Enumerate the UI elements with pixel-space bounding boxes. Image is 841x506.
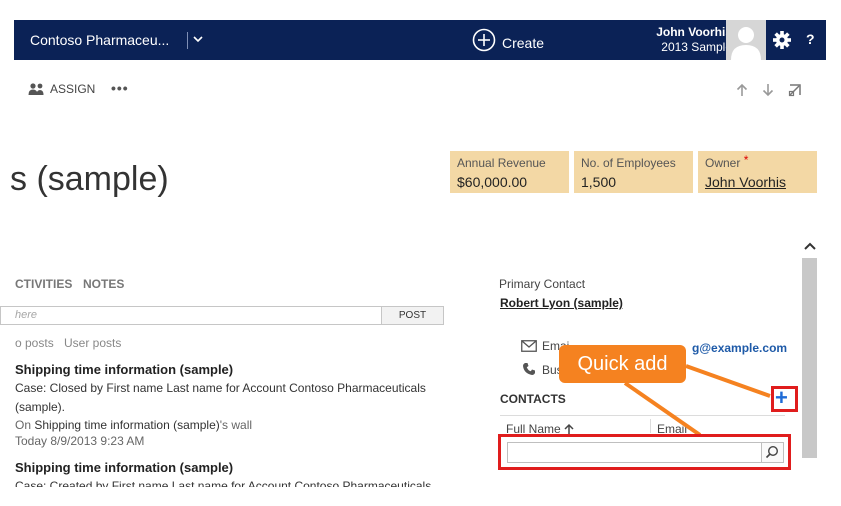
search-icon xyxy=(765,445,779,459)
scroll-up-icon[interactable] xyxy=(802,239,818,255)
annotation-connectors xyxy=(623,364,771,437)
connector-to-plus xyxy=(685,364,771,398)
add-contact-button[interactable]: + xyxy=(775,387,788,409)
connector-to-lookup xyxy=(623,381,702,437)
quick-add-callout: Quick add xyxy=(559,345,686,383)
contact-lookup-input[interactable] xyxy=(507,442,762,463)
lookup-search-button[interactable] xyxy=(762,442,784,463)
scrollbar-thumb[interactable] xyxy=(802,258,817,458)
